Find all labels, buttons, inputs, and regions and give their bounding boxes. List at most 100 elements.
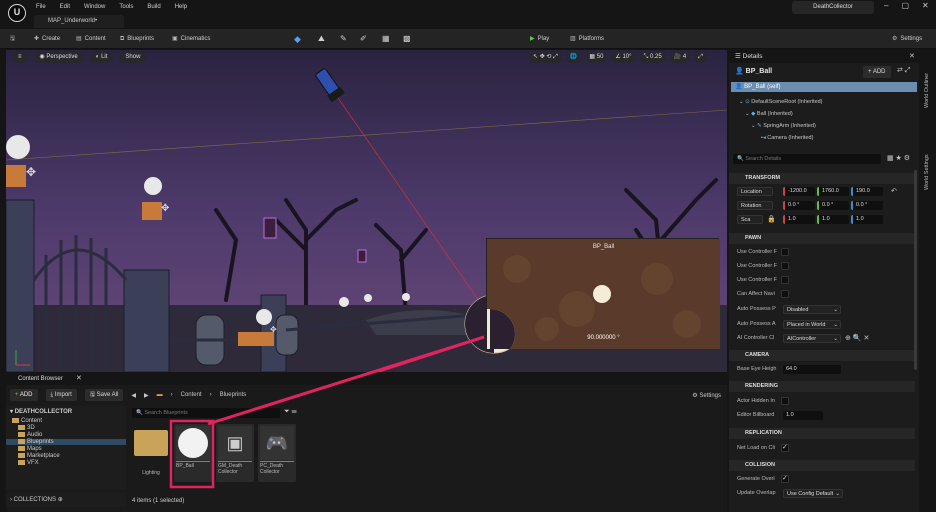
tree-item-marketplace[interactable]: Marketplace [18,453,60,459]
add-collection-icon[interactable]: ⊕ [58,497,63,503]
net-load-on-client-checkbox[interactable] [781,443,789,452]
show-button[interactable]: Show [119,51,147,63]
scale-y[interactable]: 1.0 [817,215,849,224]
map-tab[interactable]: MAP_Underworld• [34,15,124,28]
platforms-button[interactable]: ▥ Platforms [570,29,604,49]
import-button[interactable]: ⤓ Import [45,389,77,401]
can-affect-nav-checkbox[interactable] [781,290,789,298]
project-root[interactable]: ▾ DEATHCOLLECTOR [10,408,72,415]
asset-gm-death-collector[interactable]: ▣ GM_Death Collector [216,424,254,482]
foliage-mode-icon[interactable]: ✎ [340,29,347,49]
cinematics-button[interactable]: ▣ Cinematics [172,29,210,49]
save-icon[interactable]: 🖫 [10,29,18,49]
base-eye-height-field[interactable]: 64.0 [783,365,841,374]
editor-billboard-field[interactable]: 1.0 [783,411,823,420]
content-browser-tab[interactable]: Content Browser [18,373,63,385]
tree-item-vfx[interactable]: VFX [18,460,39,466]
tree-item-content[interactable]: Content [12,418,42,424]
section-transform[interactable]: TRANSFORM [729,173,915,184]
blueprints-button[interactable]: ⧉ Blueprints [120,29,154,49]
ai-controller-dropdown[interactable]: AIController ⌄ [783,334,841,343]
rotation-y[interactable]: 0.0 ° [817,201,849,210]
close-tab-icon[interactable]: ✕ [909,50,915,63]
save-all-button[interactable]: 🖫 Save All [84,389,124,401]
menu-help[interactable]: Help [175,4,187,10]
component-self-row[interactable]: 👤 BP_Ball (self) [731,82,917,92]
search-input[interactable]: 🔍 Search Blueprints [132,408,280,418]
filter-icon[interactable]: ⏷ ☰ [284,408,297,416]
rotation-z[interactable]: 0.0 ° [851,201,883,210]
play-button[interactable]: ▶ Play [530,29,549,49]
browse-icon[interactable]: ⊕ 🔍 ✕ [845,334,869,342]
select-tool-icon[interactable]: ↖ ✥ ⟲ ⤢ [529,52,562,63]
use-controller-roll-checkbox[interactable] [781,276,789,284]
rotation-snap-button[interactable]: ∠ 10° [611,52,636,63]
section-collision[interactable]: COLLISION [729,460,915,471]
collections-header[interactable]: › COLLECTIONS ⊕ [6,493,126,507]
reset-icon[interactable]: ↶ [891,187,897,195]
actor-hidden-checkbox[interactable] [781,397,789,405]
fracture-mode-icon[interactable]: ▦ [382,29,390,49]
tree-item-audio[interactable]: Audio [18,432,42,438]
component-row[interactable]: ⌄ ◆ Ball (Inherited) [745,111,793,117]
rotation-dropdown[interactable]: Rotation [737,201,773,210]
component-row[interactable]: ⌄ ⊙ DefaultSceneRoot (Inherited) [739,99,823,105]
forward-icon[interactable]: ▶ [144,392,149,399]
location-z[interactable]: 190.0 [851,187,883,196]
location-y[interactable]: 1760.0 [817,187,849,196]
use-controller-yaw-checkbox[interactable] [781,262,789,270]
section-replication[interactable]: REPLICATION [729,428,915,439]
mesh-paint-icon[interactable]: ✐ [360,29,367,49]
scale-snap-button[interactable]: ⤡ 0.25 [639,52,666,63]
back-icon[interactable]: ◀ [131,392,136,399]
level-viewport[interactable]: ✥ ✥ ✥ BP_Ball 90.000000 ° ≡ ◉ Perspectiv… [6,50,727,372]
asset-lighting[interactable]: Lighting [132,424,170,482]
content-button[interactable]: ▤ Content [76,29,106,49]
menu-file[interactable]: File [36,4,46,10]
settings-button[interactable]: ⚙ Settings [892,29,922,49]
landscape-mode-icon[interactable]: ⛰ [318,29,325,49]
lock-icon[interactable]: 🔒 [767,215,776,223]
maximize-icon[interactable]: ▢ [901,1,909,10]
section-pawn[interactable]: PAWN [729,233,915,244]
add-button[interactable]: + ADD [10,389,38,401]
menu-window[interactable]: Window [84,4,105,10]
world-settings-tab[interactable]: World Settings [924,154,930,190]
use-controller-pitch-checkbox[interactable] [781,248,789,256]
section-rendering[interactable]: RENDERING [729,381,915,392]
perspective-button[interactable]: ◉ Perspective [33,51,84,63]
breadcrumb-blueprints[interactable]: Blueprints [220,392,247,398]
menu-build[interactable]: Build [147,4,160,10]
menu-tools[interactable]: Tools [119,4,133,10]
content-settings-button[interactable]: ⚙ Settings [692,392,721,399]
brush-edit-icon[interactable]: ▩ [403,29,411,49]
select-mode-icon[interactable]: ◆ [294,29,301,49]
world-outliner-tab[interactable]: World Outliner [924,73,930,108]
section-camera[interactable]: CAMERA [729,350,915,361]
asset-pc-death-collector[interactable]: 🎮 PC_Death Collector [258,424,296,482]
tree-item-blueprints[interactable]: Blueprints [6,439,126,446]
add-component-button[interactable]: + ADD [863,66,891,78]
maximize-viewport-icon[interactable]: ⤢ [694,52,707,63]
details-search-input[interactable]: 🔍 Search Details [733,154,881,164]
grid-snap-button[interactable]: ▦ 50 [585,52,608,63]
unreal-logo-icon[interactable]: U [8,4,26,22]
scale-dropdown[interactable]: Sca [737,215,763,224]
breadcrumb-content[interactable]: Content [181,392,202,398]
component-row[interactable]: ▪◂ Camera (Inherited) [761,135,813,141]
rotation-x[interactable]: 0.0 ° [783,201,815,210]
tree-item-maps[interactable]: Maps [18,446,42,452]
scale-z[interactable]: 1.0 [851,215,883,224]
details-view-options-icon[interactable]: ▦ ★ ⚙ [887,154,910,162]
scale-x[interactable]: 1.0 [783,215,815,224]
viewport-menu-button[interactable]: ≡ [12,51,28,63]
asset-bp-ball[interactable]: BP_Ball [174,424,212,482]
create-button[interactable]: ✚ Create [34,29,60,49]
close-icon[interactable]: ✕ [922,1,929,10]
lit-button[interactable]: ◐ Lit [89,51,114,63]
auto-possess-player-dropdown[interactable]: Disabled ⌄ [783,305,841,314]
update-overlap-dropdown[interactable]: Use Config Default ⌄ [783,489,843,498]
camera-speed-button[interactable]: 🎥 4 [669,52,691,63]
generate-overlap-checkbox[interactable] [781,474,789,483]
component-row[interactable]: ⌄ ✎ SpringArm (Inherited) [751,123,816,129]
